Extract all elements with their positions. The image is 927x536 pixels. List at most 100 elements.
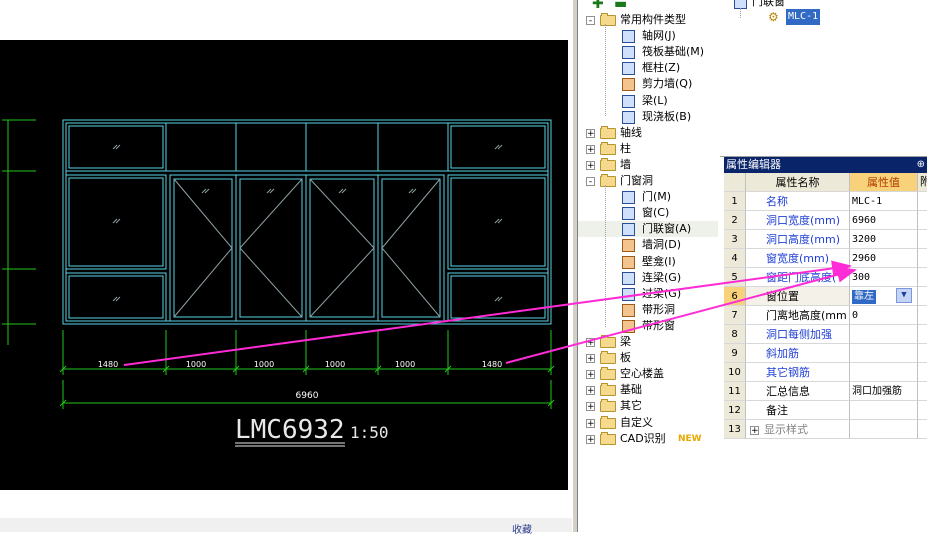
expand-icon[interactable]: + xyxy=(586,160,595,170)
property-extra[interactable] xyxy=(918,382,927,401)
tree-item[interactable]: 门(M) xyxy=(578,189,718,205)
property-value[interactable] xyxy=(850,363,918,382)
collapse-icon[interactable]: - xyxy=(586,177,595,187)
property-row[interactable]: 12 备注 xyxy=(724,401,927,420)
expand-icon[interactable]: + xyxy=(586,434,595,444)
column-header-extra[interactable]: 附 xyxy=(918,173,927,192)
property-value[interactable]: 2960 xyxy=(850,249,918,268)
property-row[interactable]: 1 名称 MLC-1 xyxy=(724,192,927,211)
expand-icon[interactable]: + xyxy=(586,354,595,364)
property-value-selected[interactable]: 靠左 xyxy=(852,290,876,304)
property-row-number: 2 xyxy=(724,211,746,230)
property-value[interactable] xyxy=(850,344,918,363)
expand-icon[interactable]: + xyxy=(586,402,595,412)
tree-item-label: 柱 xyxy=(620,141,631,155)
property-value[interactable] xyxy=(850,325,918,344)
property-row[interactable]: 9 斜加筋 xyxy=(724,344,927,363)
tree-item[interactable]: 带形窗 xyxy=(578,318,718,334)
tree-item[interactable]: 梁(L) xyxy=(578,93,718,109)
expand-icon[interactable]: + xyxy=(586,386,595,396)
collapse-icon[interactable]: - xyxy=(586,16,595,26)
property-extra[interactable] xyxy=(918,325,927,344)
property-row[interactable]: 11 汇总信息 洞口加强筋 xyxy=(724,382,927,401)
property-row[interactable]: 8 洞口每侧加强 xyxy=(724,325,927,344)
property-name-text: 门离地高度(mm xyxy=(766,309,847,322)
chevron-down-icon[interactable]: ▼ xyxy=(896,288,912,303)
new-badge: NEW xyxy=(678,433,702,444)
property-name: 窗位置 xyxy=(746,287,850,306)
tree-item[interactable]: + 其它 xyxy=(578,398,718,414)
property-extra[interactable] xyxy=(918,287,927,306)
tree-item-label: 基础 xyxy=(620,383,642,397)
column-header-name[interactable]: 属性名称 xyxy=(746,173,850,192)
property-value[interactable]: 6960 xyxy=(850,211,918,230)
property-row[interactable]: 5 窗距门底高度(300 xyxy=(724,268,927,287)
tree-item[interactable]: + 轴线 xyxy=(578,125,718,141)
property-extra[interactable] xyxy=(918,420,927,439)
property-extra[interactable] xyxy=(918,230,927,249)
tree-item[interactable]: + 柱 xyxy=(578,141,718,157)
tree-item[interactable]: 壁龛(I) xyxy=(578,254,718,270)
expand-icon[interactable]: + xyxy=(586,128,595,138)
bottom-dim-label: 1000 xyxy=(325,360,345,369)
property-row[interactable]: 6 窗位置 靠左 ▼ xyxy=(724,287,927,306)
tree-item[interactable]: + 空心楼盖 xyxy=(578,366,718,382)
expand-icon[interactable]: + xyxy=(586,370,595,380)
tree-item[interactable]: + 板 xyxy=(578,350,718,366)
property-value[interactable] xyxy=(850,401,918,420)
property-extra[interactable] xyxy=(918,306,927,325)
property-value[interactable]: 靠左 ▼ xyxy=(850,287,918,306)
property-row[interactable]: 2 洞口宽度(mm) 6960 xyxy=(724,211,927,230)
tree-item-label: 连梁(G) xyxy=(642,270,682,284)
property-value[interactable]: 洞口加强筋 xyxy=(850,382,918,401)
tree-item[interactable]: 连梁(G) xyxy=(578,270,718,286)
pin-icon[interactable]: ⊕ xyxy=(917,157,925,173)
property-extra[interactable] xyxy=(918,211,927,230)
property-row[interactable]: 4 窗宽度(mm) 2960 xyxy=(724,249,927,268)
tree-item[interactable]: - 常用构件类型 xyxy=(578,12,718,28)
tree-item[interactable]: 筏板基础(M) xyxy=(578,44,718,60)
property-value[interactable]: 300 xyxy=(850,268,918,287)
property-value[interactable]: 3200 xyxy=(850,230,918,249)
expand-icon[interactable]: + xyxy=(586,418,595,428)
tree-item[interactable]: 轴网(J) xyxy=(578,28,718,44)
property-row[interactable]: 7 门离地高度(mm 0 xyxy=(724,306,927,325)
tree-item[interactable]: + CAD识别 NEW xyxy=(578,431,718,447)
property-extra[interactable] xyxy=(918,268,927,287)
property-name: 名称 xyxy=(746,192,850,211)
cad-viewport[interactable]: 750 1400 750 1480 1000 1000 1000 1000 1480 6960 LM… xyxy=(0,40,568,490)
expand-icon[interactable]: + xyxy=(586,338,595,348)
tree-item[interactable]: + 梁 xyxy=(578,334,718,350)
tree-item[interactable]: 墙洞(D) xyxy=(578,237,718,253)
property-value[interactable] xyxy=(850,420,918,439)
tree-item[interactable]: 带形洞 xyxy=(578,302,718,318)
tree-item[interactable]: + 基础 xyxy=(578,382,718,398)
property-extra[interactable] xyxy=(918,363,927,382)
tree-item[interactable]: 框柱(Z) xyxy=(578,60,718,76)
expand-icon[interactable]: + xyxy=(750,425,759,435)
column-header-value[interactable]: 属性值 xyxy=(850,173,918,192)
tree-item[interactable]: 过梁(G) xyxy=(578,286,718,302)
tree-item[interactable]: 门联窗(A) xyxy=(578,221,718,238)
property-row[interactable]: 3 洞口高度(mm) 3200 xyxy=(724,230,927,249)
tree-item[interactable]: - 门窗洞 xyxy=(578,173,718,189)
expand-icon[interactable]: + xyxy=(586,144,595,154)
property-value[interactable]: 0 xyxy=(850,306,918,325)
favorites-label[interactable]: 收藏 xyxy=(512,521,532,536)
tree-item[interactable]: + 自定义 xyxy=(578,415,718,431)
drawing-scale: 1:50 xyxy=(350,423,389,442)
tree-item[interactable]: 窗(C) xyxy=(578,205,718,221)
remove-icon[interactable]: ▬ xyxy=(614,0,627,12)
property-row[interactable]: 10 其它钢筋 xyxy=(724,363,927,382)
property-extra[interactable] xyxy=(918,344,927,363)
add-icon[interactable]: ✚ xyxy=(592,0,604,12)
door-leaf xyxy=(169,174,237,322)
property-extra[interactable] xyxy=(918,401,927,420)
tree-item[interactable]: + 墙 xyxy=(578,157,718,173)
property-extra[interactable] xyxy=(918,192,927,211)
property-row[interactable]: 13 + 显示样式 xyxy=(724,420,927,439)
property-value[interactable]: MLC-1 xyxy=(850,192,918,211)
tree-item[interactable]: 剪力墙(Q) xyxy=(578,76,718,92)
tree-item[interactable]: 现浇板(B) xyxy=(578,109,718,125)
property-extra[interactable] xyxy=(918,249,927,268)
